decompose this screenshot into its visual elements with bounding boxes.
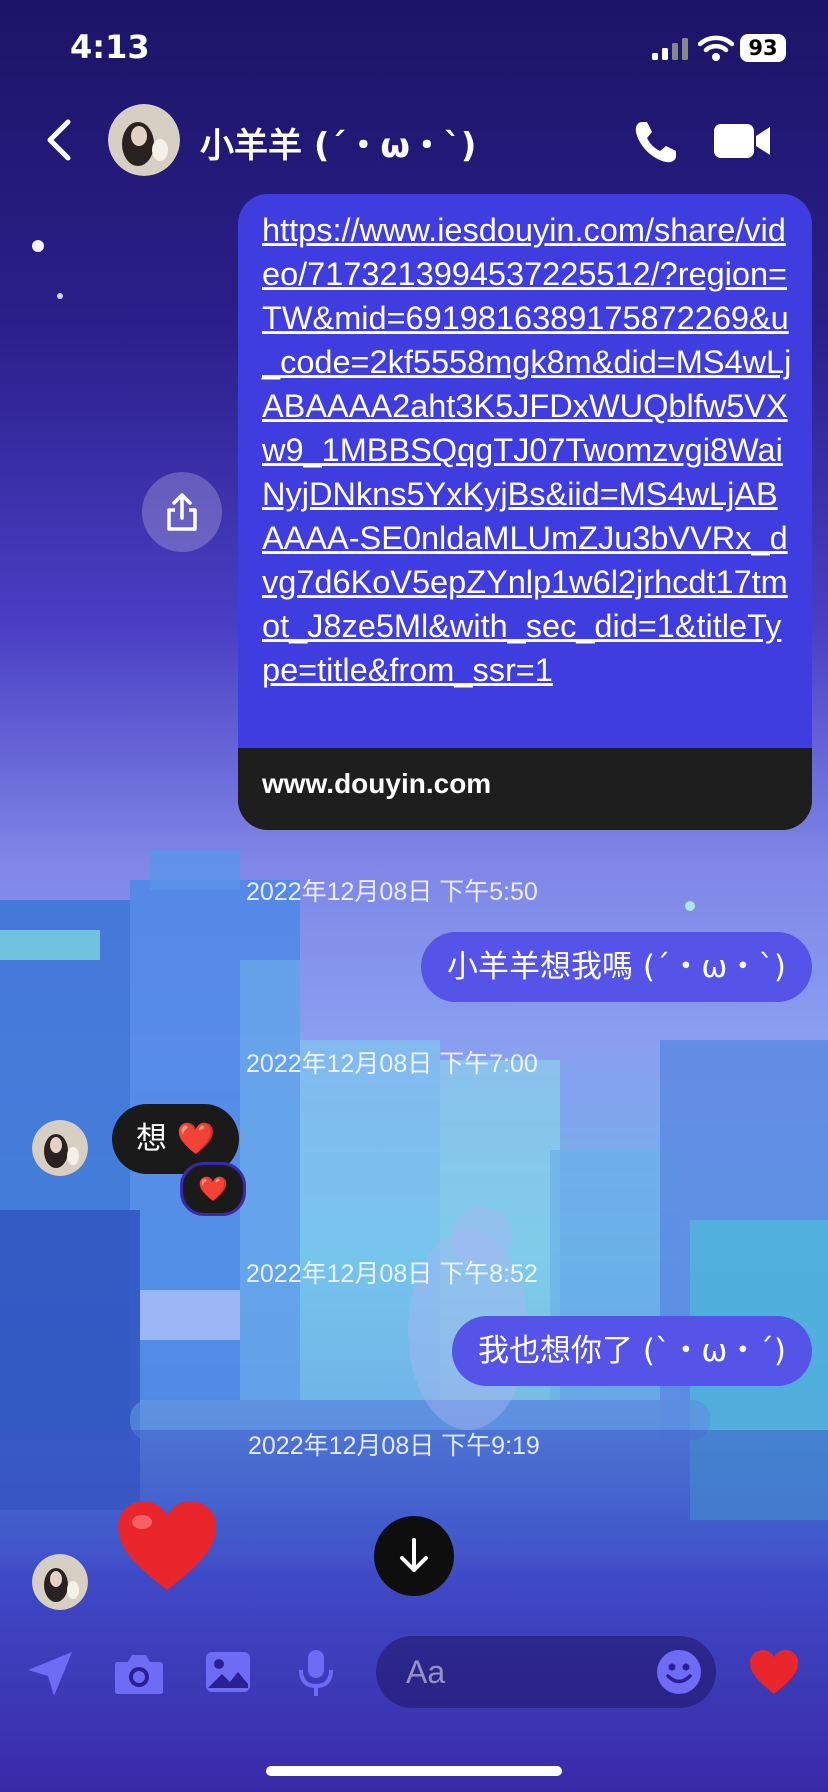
message-input-placeholder: Aa [406, 1654, 446, 1690]
status-time: 4:13 [70, 28, 150, 66]
share-button[interactable] [142, 472, 222, 552]
contact-avatar[interactable] [108, 104, 180, 176]
link-preview-footer[interactable]: www.douyin.com [238, 748, 812, 830]
location-arrow-icon[interactable] [26, 1650, 74, 1698]
link-message-bubble[interactable]: https://www.iesdouyin.com/share/video/71… [238, 194, 812, 830]
heart-quick-reaction-icon[interactable] [748, 1648, 800, 1696]
microphone-icon[interactable] [298, 1648, 334, 1698]
camera-icon[interactable] [114, 1650, 164, 1696]
wifi-icon [698, 35, 734, 61]
contact-avatar-small[interactable] [32, 1554, 88, 1610]
reaction-emoji: ❤️ [198, 1175, 228, 1203]
cellular-signal-icon [652, 38, 688, 60]
timestamp: 2022年12月08日 下午5:50 [246, 878, 538, 906]
contact-avatar-small[interactable] [32, 1120, 88, 1176]
outgoing-message[interactable]: 小羊羊想我嗎 (´・ω・`) [420, 932, 812, 1002]
outgoing-message[interactable]: 我也想你了 (`・ω・´) [451, 1316, 812, 1386]
timestamp: 2022年12月08日 下午8:52 [246, 1260, 538, 1288]
video-call-icon[interactable] [714, 120, 772, 162]
message-input[interactable]: Aa [376, 1636, 716, 1708]
contact-name[interactable]: 小羊羊 (´・ω・`) [200, 118, 476, 167]
home-indicator[interactable] [266, 1766, 562, 1776]
battery-indicator: 93 [740, 34, 786, 62]
back-chevron-icon[interactable] [40, 118, 80, 162]
arrow-down-icon [400, 1538, 428, 1572]
photo-gallery-icon[interactable] [204, 1650, 252, 1694]
timestamp: 2022年12月08日 下午9:19 [248, 1432, 540, 1460]
link-url[interactable]: https://www.iesdouyin.com/share/video/71… [262, 208, 792, 692]
share-icon [167, 493, 197, 531]
phone-call-icon[interactable] [632, 118, 680, 166]
scroll-to-bottom-button[interactable] [374, 1516, 454, 1596]
emoji-smiley-icon[interactable] [656, 1649, 702, 1695]
timestamp: 2022年12月08日 下午7:00 [246, 1050, 538, 1078]
heart-reaction-badge[interactable]: ❤️ [180, 1162, 246, 1216]
link-domain: www.douyin.com [262, 768, 492, 799]
chat-screen: 4:13 93 小羊羊 (´・ω・`) https://www.iesdouyi… [0, 0, 828, 1792]
heart-emoji-message-icon[interactable] [114, 1498, 220, 1594]
